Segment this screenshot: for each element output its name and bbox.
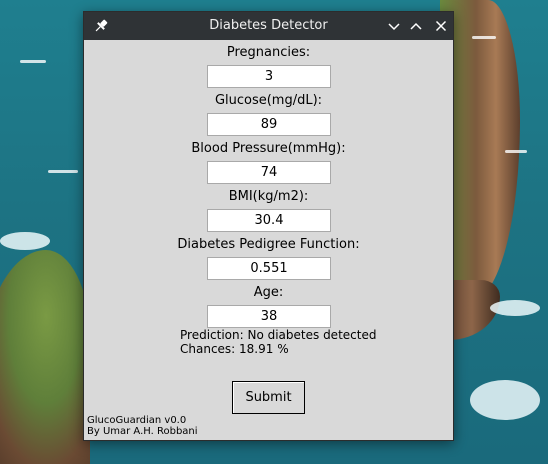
wallpaper-wave <box>20 60 46 63</box>
wallpaper-cliff-left <box>0 250 90 464</box>
blood-pressure-label: Blood Pressure(mmHg): <box>191 141 346 156</box>
pedigree-function-input[interactable] <box>207 257 331 280</box>
window-titlebar[interactable]: Diabetes Detector <box>84 12 453 40</box>
pedigree-function-label: Diabetes Pedigree Function: <box>177 237 360 252</box>
chevron-up-icon[interactable] <box>406 16 426 36</box>
chevron-down-icon[interactable] <box>384 16 404 36</box>
app-window: Diabetes Detector Pregnancies: Glucose(m… <box>83 11 454 441</box>
wallpaper-wave <box>472 36 496 39</box>
glucose-label: Glucose(mg/dL): <box>214 93 323 108</box>
bmi-label: BMI(kg/m2): <box>228 189 309 204</box>
submit-button[interactable]: Submit <box>232 381 305 414</box>
prediction-text: Prediction: No diabetes detected <box>180 328 377 342</box>
pregnancies-input[interactable] <box>207 65 331 88</box>
wallpaper-foam <box>490 300 540 316</box>
pregnancies-label: Pregnancies: <box>226 45 311 60</box>
author-text: By Umar A.H. Robbani <box>87 426 198 437</box>
close-icon[interactable] <box>431 16 451 36</box>
chances-text: Chances: 18.91 % <box>180 342 289 356</box>
wallpaper-foam <box>470 380 540 420</box>
blood-pressure-input[interactable] <box>207 161 331 184</box>
wallpaper-wave <box>48 170 78 173</box>
glucose-input[interactable] <box>207 113 331 136</box>
age-input[interactable] <box>207 305 331 328</box>
window-content: Pregnancies: Glucose(mg/dL): Blood Press… <box>84 40 453 440</box>
app-version-text: GlucoGuardian v0.0 <box>87 415 187 426</box>
wallpaper-foam <box>0 232 50 250</box>
wallpaper-wave <box>505 150 527 153</box>
age-label: Age: <box>253 285 284 300</box>
bmi-input[interactable] <box>207 209 331 232</box>
